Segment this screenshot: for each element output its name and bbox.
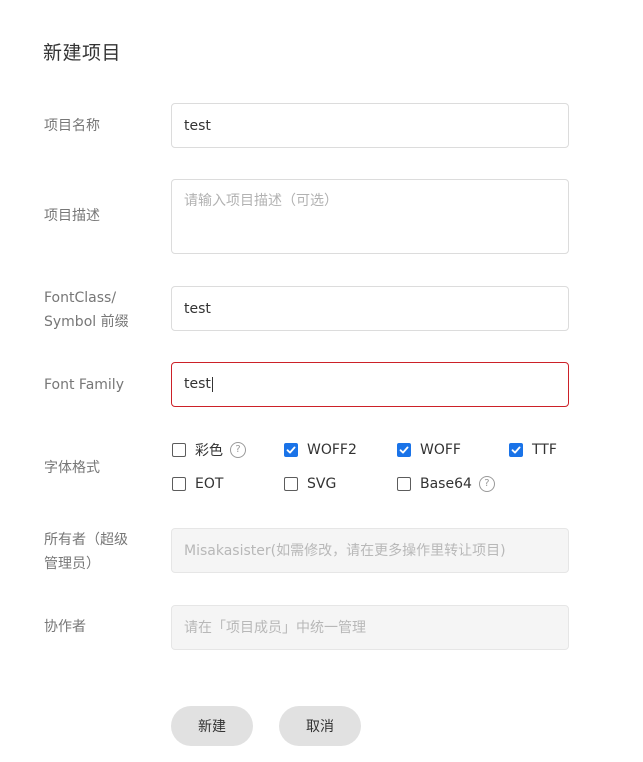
checkbox-box[interactable] [397, 443, 411, 457]
format-checkbox-eot[interactable]: EOT [172, 474, 223, 494]
font-family-label: Font Family [44, 377, 124, 393]
checkmark-icon [286, 446, 296, 454]
checkbox-box[interactable] [284, 477, 298, 491]
prefix-input[interactable] [171, 286, 569, 331]
checkbox-box[interactable] [172, 443, 186, 457]
checkbox-box[interactable] [172, 477, 186, 491]
project-description-textarea[interactable] [171, 179, 569, 254]
checkmark-icon [399, 446, 409, 454]
prefix-label-line1: FontClass/ [44, 290, 117, 306]
text-caret [211, 376, 213, 392]
checkbox-box[interactable] [509, 443, 523, 457]
create-button[interactable]: 新建 [171, 706, 253, 746]
checkbox-label: SVG [307, 476, 337, 492]
checkbox-box[interactable] [284, 443, 298, 457]
prefix-label-line2: Symbol 前缀 [44, 314, 129, 330]
checkbox-label: WOFF [420, 442, 461, 458]
checkbox-label: Base64 [420, 476, 472, 492]
checkbox-box[interactable] [397, 477, 411, 491]
font-formats-label: 字体格式 [44, 460, 100, 476]
question-circle-icon[interactable]: ? [230, 442, 246, 458]
owner-label-line1: 所有者（超级 [44, 532, 128, 548]
dialog-title: 新建项目 [43, 42, 122, 64]
question-circle-icon[interactable]: ? [478, 476, 495, 492]
format-checkbox-woff[interactable]: WOFF [397, 440, 461, 460]
checkbox-label: EOT [195, 476, 224, 492]
checkmark-icon [511, 446, 521, 454]
format-checkbox-base64[interactable]: Base64 ? [397, 474, 495, 494]
prefix-label: FontClass/ Symbol 前缀 [44, 286, 154, 334]
owner-label-line2: 管理员） [44, 556, 100, 572]
owner-input [171, 528, 569, 573]
format-checkbox-ttf[interactable]: TTF [509, 440, 557, 460]
format-checkbox-color[interactable]: 彩色 ? [172, 440, 246, 460]
project-name-label: 项目名称 [44, 118, 100, 134]
checkbox-label: WOFF2 [307, 442, 357, 458]
font-family-value: test [184, 376, 211, 392]
owner-label: 所有者（超级 管理员） [44, 528, 154, 576]
checkbox-label: 彩色 [195, 443, 223, 459]
project-description-label: 项目描述 [44, 208, 100, 224]
format-checkbox-woff2[interactable]: WOFF2 [284, 440, 357, 460]
collaborators-input [171, 605, 569, 650]
format-checkbox-svg[interactable]: SVG [284, 474, 336, 494]
font-family-input[interactable]: test [171, 362, 569, 407]
project-name-input[interactable] [171, 103, 569, 148]
checkbox-label: TTF [532, 442, 557, 458]
cancel-button[interactable]: 取消 [279, 706, 361, 746]
collaborators-label: 协作者 [44, 619, 86, 635]
